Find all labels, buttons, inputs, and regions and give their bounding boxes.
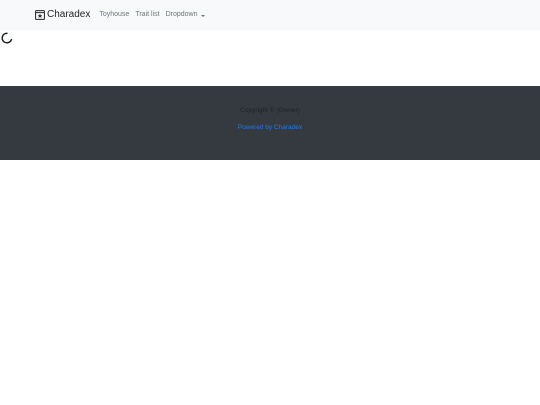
- brand-link[interactable]: Charadex: [35, 9, 90, 21]
- footer-powered-by: Powered by Charadex: [0, 124, 540, 132]
- nav-link-toyhouse[interactable]: Toyhouse: [99, 10, 129, 20]
- nav-dropdown-label: Dropdown: [165, 11, 198, 18]
- card-box-icon: [35, 10, 45, 20]
- nav-link-trait-list[interactable]: Trait list: [135, 10, 159, 20]
- powered-by-prefix: Powered by: [237, 124, 273, 131]
- footer-copyright: Copyright © (Owner): [240, 107, 300, 114]
- powered-by-link[interactable]: Powered by Charadex: [238, 124, 302, 131]
- top-navbar: Charadex Toyhouse Trait list Dropdown: [0, 0, 540, 30]
- powered-by-name: Charadex: [273, 124, 303, 131]
- nav-dropdown[interactable]: Dropdown: [166, 10, 205, 20]
- brand-label: Charadex: [47, 9, 91, 20]
- caret-down-icon: [200, 14, 205, 17]
- loading-spinner-icon: [0, 31, 14, 45]
- page-footer: Copyright © (Owner) Powered by Charadex: [0, 86, 540, 160]
